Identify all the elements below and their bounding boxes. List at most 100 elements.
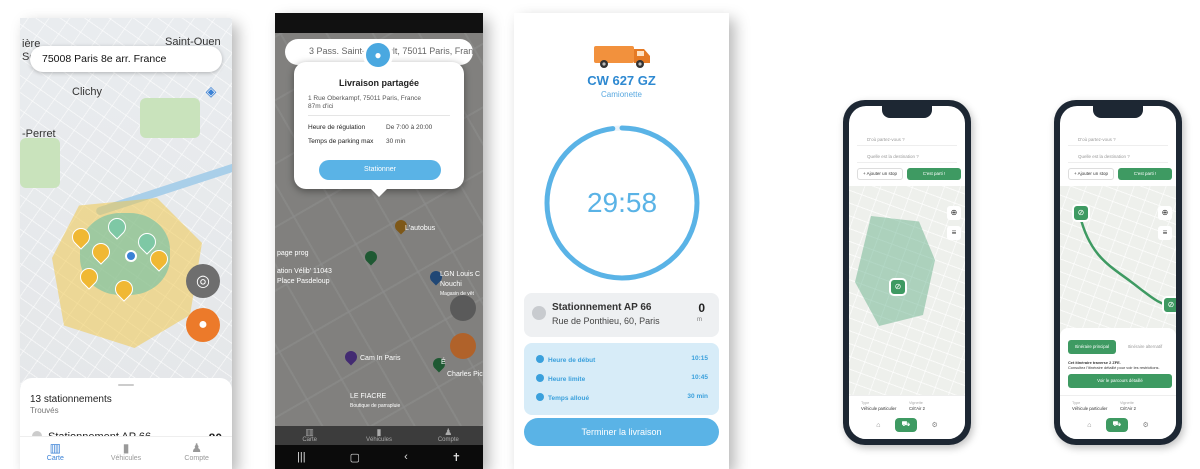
phone-frame: D'où partez-vous ? Quelle est la destina… bbox=[843, 100, 971, 445]
tab-account[interactable]: ♟ Compte bbox=[414, 426, 483, 446]
route-options-sheet[interactable]: Itinéraire principal Itinéraire alternat… bbox=[1060, 328, 1176, 395]
timer-screen: CW 627 GZ Camionette 29:58 Stationnement… bbox=[514, 13, 729, 469]
back-icon[interactable]: ‹ bbox=[404, 451, 408, 463]
park-button[interactable]: Stationner bbox=[319, 160, 441, 180]
row-label: Temps de parking max bbox=[308, 138, 374, 145]
tab-label: Véhicules bbox=[110, 455, 142, 462]
regulation-row: Heure de régulation De 7:00 à 20:00 bbox=[308, 124, 450, 131]
car-icon[interactable]: ⛟ bbox=[894, 418, 917, 432]
tab-vehicles[interactable]: ▮ Véhicules bbox=[91, 437, 162, 469]
car-icon[interactable]: ⛟ bbox=[1105, 418, 1128, 432]
distance-value: 0 bbox=[698, 301, 705, 315]
locate-button[interactable] bbox=[450, 295, 476, 321]
add-parking-button[interactable] bbox=[450, 333, 476, 359]
tab-account[interactable]: ♟ Compte bbox=[161, 437, 232, 469]
user-icon: ♟ bbox=[191, 441, 203, 455]
locate-icon[interactable]: ⊕ bbox=[1158, 206, 1172, 220]
route-result-screen: D'où partez-vous ? Quelle est la destina… bbox=[1060, 106, 1176, 439]
filter-icon[interactable]: ≡ bbox=[947, 226, 961, 240]
tab-map[interactable]: ▥ Carte bbox=[20, 437, 91, 469]
origin-field[interactable]: D'où partez-vous ? bbox=[857, 134, 957, 146]
filter-icon[interactable]: ≡ bbox=[1158, 226, 1172, 240]
popup-address: 1 Rue Oberkampf, 75011 Paris, France 87m… bbox=[308, 95, 458, 111]
phone-notch bbox=[882, 106, 932, 118]
map-label: Boutique de parrapluie bbox=[350, 403, 401, 409]
countdown-timer: 29:58 bbox=[586, 187, 658, 218]
truck-icon: ▮ bbox=[122, 441, 130, 455]
phone-notch bbox=[1093, 106, 1143, 118]
tab-label: Carte bbox=[302, 437, 317, 443]
vignette-value: Crit'Air 2 bbox=[1120, 406, 1136, 411]
max-time-row: Temps de parking max 30 min bbox=[308, 138, 450, 145]
destination-field[interactable]: Quelle est la destination ? bbox=[857, 151, 957, 163]
origin-field[interactable]: D'où partez-vous ? bbox=[1068, 134, 1168, 146]
results-sub: Trouvés bbox=[30, 406, 59, 415]
map-label: Charles Pic bbox=[447, 371, 483, 378]
bottom-tabbar: ▥ Carte ▮ Véhicules ♟ Compte bbox=[275, 426, 483, 446]
row-label: Heure de régulation bbox=[308, 124, 366, 131]
add-stop-button[interactable]: + Ajouter un stop bbox=[857, 168, 903, 180]
add-stop-button[interactable]: + Ajouter un stop bbox=[1068, 168, 1114, 180]
map-label: -Perret bbox=[22, 128, 56, 140]
vignette-label: Vignette bbox=[909, 401, 923, 405]
start-time-row: Heure de début 10:15 bbox=[536, 355, 708, 364]
address-search-bar[interactable]: 75008 Paris 8e arr. France bbox=[30, 46, 222, 72]
go-button[interactable]: C'est parti ! bbox=[907, 168, 961, 180]
map-label: LGN Louis C bbox=[440, 271, 481, 278]
android-nav-bar: ||| ▢ ‹ ✝ bbox=[275, 445, 483, 469]
van-icon bbox=[594, 46, 650, 68]
parking-name: Stationnement AP 66 bbox=[552, 302, 652, 313]
home-icon[interactable]: ▢ bbox=[350, 451, 360, 464]
map-label: Clichy bbox=[72, 86, 102, 98]
home-icon[interactable]: ⌂ bbox=[1087, 422, 1091, 429]
clock-icon bbox=[536, 374, 544, 382]
view-detail-button[interactable]: Voir le parcours détaillé bbox=[1068, 374, 1172, 388]
mockup-stage: ière Se Saint-Ouen Clichy -Perret 75008 … bbox=[0, 0, 1200, 469]
tab-vehicles[interactable]: ▮ Véhicules bbox=[344, 426, 413, 446]
accessibility-icon[interactable]: ✝ bbox=[452, 451, 461, 464]
user-icon: ♟ bbox=[444, 427, 453, 437]
main-route-tab[interactable]: Itinéraire principal bbox=[1068, 340, 1116, 354]
route-actions: + Ajouter un stop C'est parti ! bbox=[1068, 168, 1172, 180]
route-actions: + Ajouter un stop C'est parti ! bbox=[857, 168, 961, 180]
zfe-marker[interactable]: ⊘ bbox=[1072, 204, 1090, 222]
recents-icon[interactable]: ||| bbox=[297, 451, 306, 463]
parking-info-card[interactable]: Stationnement AP 66 Rue de Ponthieu, 60,… bbox=[524, 293, 719, 337]
crosshair-icon: ◎ bbox=[196, 273, 210, 290]
locate-button[interactable]: ◎ bbox=[186, 264, 220, 298]
map-label: Cam In Paris bbox=[360, 355, 401, 362]
clock-icon bbox=[536, 355, 544, 363]
address-line: 1 Rue Oberkampf, 75011 Paris, France bbox=[308, 95, 421, 102]
locate-icon[interactable]: ⊕ bbox=[947, 206, 961, 220]
license-plate: CW 627 GZ bbox=[587, 73, 656, 88]
distance-unit: m bbox=[697, 317, 702, 323]
user-location-dot bbox=[125, 250, 137, 262]
tab-map[interactable]: ▥ Carte bbox=[275, 426, 344, 446]
tab-label: Carte bbox=[46, 455, 64, 462]
destination-field[interactable]: Quelle est la destination ? bbox=[1068, 151, 1168, 163]
row-value: 10:45 bbox=[691, 374, 708, 381]
home-icon[interactable]: ⌂ bbox=[876, 422, 880, 429]
go-button[interactable]: C'est parti ! bbox=[1118, 168, 1172, 180]
type-label: Type bbox=[861, 401, 870, 405]
zfe-marker[interactable]: ⊘ bbox=[1162, 296, 1176, 314]
zfe-marker[interactable]: ⊘ bbox=[889, 278, 907, 296]
location-pin-icon: ● bbox=[363, 40, 393, 70]
layers-icon[interactable]: ◈ bbox=[203, 83, 219, 99]
map-canvas[interactable]: ⊘ ⊕ ≡ bbox=[849, 186, 965, 395]
map-screen: ière Se Saint-Ouen Clichy -Perret 75008 … bbox=[20, 18, 232, 469]
gear-icon[interactable]: ⚙ bbox=[1142, 421, 1148, 429]
map-canvas[interactable]: ⊘ ⊘ ⊕ ≡ bbox=[1060, 186, 1176, 336]
vignette-label: Vignette bbox=[1120, 401, 1134, 405]
clock-icon bbox=[532, 306, 546, 320]
map-icon: ▥ bbox=[305, 427, 314, 437]
sheet-grab-handle[interactable] bbox=[118, 384, 134, 386]
zfe-zone[interactable] bbox=[855, 216, 935, 326]
vehicle-footer: Type Véhicule particulier Vignette Crit'… bbox=[849, 395, 965, 439]
alternative-route-tab[interactable]: Itinéraire alternatif bbox=[1120, 340, 1170, 354]
add-parking-button[interactable]: ● bbox=[186, 308, 220, 342]
map-label: ation Vélib' 11043 bbox=[277, 268, 332, 275]
end-delivery-button[interactable]: Terminer la livraison bbox=[524, 418, 719, 446]
popup-screen: L'autobus page prog ation Vélib' 11043 P… bbox=[275, 13, 483, 469]
gear-icon[interactable]: ⚙ bbox=[931, 421, 937, 429]
